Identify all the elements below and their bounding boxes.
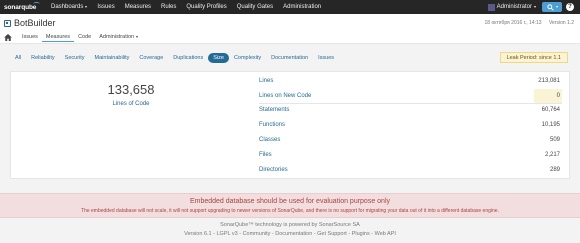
home-icon[interactable] xyxy=(4,33,12,41)
tab-code[interactable]: Code xyxy=(74,32,95,42)
metric-new-lines-value[interactable]: 0 xyxy=(534,89,562,103)
footer-links[interactable]: Version 6.1 - LGPL v3 - Community - Docu… xyxy=(0,231,580,237)
metric-row: Files 2,217 xyxy=(259,148,562,162)
metric-classes-label[interactable]: Classes xyxy=(259,137,280,143)
metric-statements-value[interactable]: 60,764 xyxy=(542,107,562,113)
project-meta: 18 октября 2016 г., 14:13 Version 1.2 xyxy=(479,20,575,26)
nav-administration[interactable]: Administration xyxy=(278,0,326,14)
nav-issues[interactable]: Issues xyxy=(92,0,119,14)
metric-row: Classes 509 xyxy=(259,133,562,147)
top-right-controls: Administrator ? xyxy=(487,0,580,14)
metric-files-value[interactable]: 2,217 xyxy=(545,152,562,158)
metric-directories-label[interactable]: Directories xyxy=(259,167,288,173)
warning-text: The embedded database will not scale, it… xyxy=(81,208,499,214)
leak-period-badge: Leak Period: since 1.1 xyxy=(499,52,568,63)
sonarqube-logo[interactable]: sonarqube xyxy=(0,2,46,11)
measure-tab-issues[interactable]: Issues xyxy=(313,53,339,63)
nav-measures[interactable]: Measures xyxy=(120,0,156,14)
chevron-down-icon xyxy=(534,6,536,8)
metric-row: Functions 10,195 xyxy=(259,118,562,132)
analysis-date: 18 октября 2016 г., 14:13 xyxy=(484,20,542,26)
project-title: BotBuilder xyxy=(4,18,56,28)
top-navbar: sonarqube Dashboards Issues Measures Rul… xyxy=(0,0,580,14)
measure-tab-documentation[interactable]: Documentation xyxy=(266,53,313,63)
search-icon xyxy=(546,3,554,11)
project-name[interactable]: BotBuilder xyxy=(14,18,56,28)
measure-tab-all[interactable]: All xyxy=(10,53,26,63)
metric-classes-value[interactable]: 509 xyxy=(550,137,562,143)
metric-functions-label[interactable]: Functions xyxy=(259,122,285,128)
project-nav: Issues Measures Code Administration xyxy=(4,32,142,42)
user-name: Administrator xyxy=(496,4,532,10)
measure-tab-security[interactable]: Security xyxy=(60,53,90,63)
measures-panel: 133,658 Lines of Code Lines 213,081 Line… xyxy=(10,71,570,179)
project-icon xyxy=(4,19,11,27)
user-menu[interactable]: Administrator xyxy=(487,3,542,11)
metric-row: Lines on New Code 0 xyxy=(259,89,562,103)
nav-dashboards-label: Dashboards xyxy=(51,4,84,10)
avatar xyxy=(487,3,495,11)
metric-lines-value[interactable]: 213,081 xyxy=(538,78,562,84)
nav-quality-gates[interactable]: Quality Gates xyxy=(232,0,278,14)
metric-statements-label[interactable]: Statements xyxy=(259,107,289,113)
metric-row: Directories 289 xyxy=(259,163,562,177)
search-button[interactable] xyxy=(542,2,562,12)
footer-powered-by: SonarQube™ technology is powered by Sona… xyxy=(220,222,360,228)
metric-directories-value[interactable]: 289 xyxy=(550,167,562,173)
metric-lines-label[interactable]: Lines xyxy=(259,78,273,84)
chevron-down-icon xyxy=(136,36,139,38)
help-button[interactable]: ? xyxy=(566,3,574,11)
measure-tab-reliability[interactable]: Reliability xyxy=(26,53,60,63)
embedded-db-warning: Embedded database should be used for eva… xyxy=(0,193,580,218)
measure-tab-size[interactable]: Size xyxy=(208,52,229,63)
logo-arc-icon xyxy=(33,2,41,6)
nav-dashboards[interactable]: Dashboards xyxy=(46,0,92,14)
chevron-down-icon xyxy=(85,6,88,8)
project-header: BotBuilder 18 октября 2016 г., 14:13 Ver… xyxy=(0,14,580,44)
measure-tab-coverage[interactable]: Coverage xyxy=(134,53,168,63)
project-version: Version 1.2 xyxy=(548,20,574,26)
measure-tabs: All Reliability Security Maintainability… xyxy=(10,52,339,63)
chevron-down-icon xyxy=(555,6,558,8)
warning-title: Embedded database should be used for eva… xyxy=(189,198,391,205)
metric-row: Statements 60,764 xyxy=(259,103,562,117)
main-metric-value[interactable]: 133,658 xyxy=(81,82,181,97)
metric-files-label[interactable]: Files xyxy=(259,152,272,158)
tab-issues[interactable]: Issues xyxy=(18,32,42,42)
measure-tab-duplications[interactable]: Duplications xyxy=(168,53,208,63)
tab-administration[interactable]: Administration xyxy=(95,32,142,42)
nav-quality-profiles[interactable]: Quality Profiles xyxy=(181,0,231,14)
measure-tab-complexity[interactable]: Complexity xyxy=(229,53,266,63)
page-footer: SonarQube™ technology is powered by Sona… xyxy=(0,222,580,237)
tab-administration-label: Administration xyxy=(99,34,135,40)
logo-text: sonarqube xyxy=(4,3,37,11)
measure-tab-maintainability[interactable]: Maintainability xyxy=(90,53,135,63)
nav-rules[interactable]: Rules xyxy=(156,0,181,14)
metric-functions-value[interactable]: 10,195 xyxy=(542,122,562,128)
metric-new-lines-label[interactable]: Lines on New Code xyxy=(259,93,311,99)
tab-measures[interactable]: Measures xyxy=(41,32,75,42)
metric-row: Lines 213,081 xyxy=(259,74,562,88)
main-metric-label[interactable]: Lines of Code xyxy=(81,101,181,107)
